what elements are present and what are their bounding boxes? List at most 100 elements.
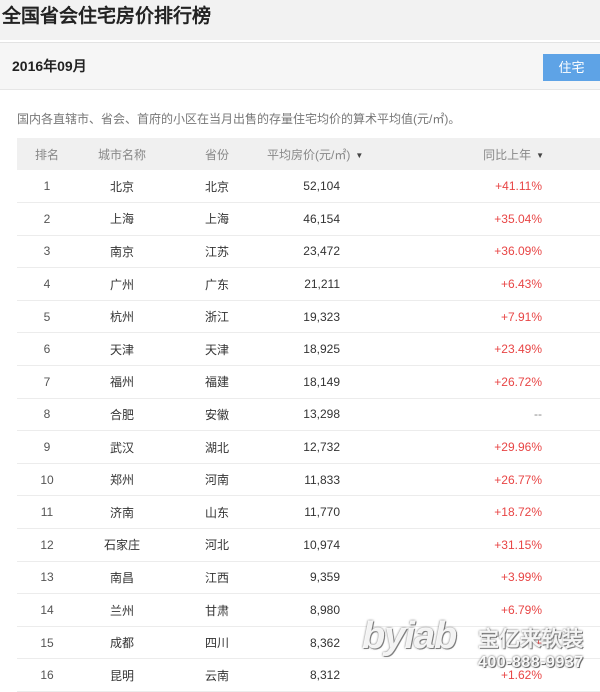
change-cell: +26.77% bbox=[494, 472, 542, 487]
ranking-table: 排名 城市名称 省份 平均房价(元/㎡) ▼ 同比上年 ▼ 1 北京 北京 52,104 +… bbox=[17, 138, 600, 692]
table-row: 2 上海 上海 46,154 +35.04% bbox=[17, 203, 600, 236]
date-label: 2016年09月 bbox=[12, 58, 87, 74]
city-cell: 成都 bbox=[109, 636, 134, 651]
change-cell: +18.72% bbox=[494, 505, 542, 520]
sort-down-icon[interactable]: ▼ bbox=[355, 151, 363, 160]
table-row: 6 天津 天津 18,925 +23.49% bbox=[17, 333, 600, 366]
price-cell: 12,732 bbox=[303, 440, 340, 455]
city-cell: 郑州 bbox=[109, 473, 134, 488]
rank-cell: 4 bbox=[43, 277, 51, 292]
province-cell: 山东 bbox=[204, 505, 229, 520]
page-title: 全国省会住宅房价排行榜 bbox=[0, 0, 600, 40]
sort-down-icon[interactable]: ▼ bbox=[536, 151, 544, 160]
watermark-name: 宝亿来软装 bbox=[478, 628, 583, 651]
change-cell: +36.09% bbox=[494, 244, 542, 259]
city-cell: 天津 bbox=[109, 342, 134, 357]
province-cell: 河南 bbox=[204, 473, 229, 488]
rank-cell: 13 bbox=[40, 570, 54, 585]
price-cell: 13,298 bbox=[303, 407, 340, 422]
rank-cell: 6 bbox=[43, 342, 51, 357]
rank-cell: 1 bbox=[43, 179, 51, 194]
province-cell: 安徽 bbox=[204, 407, 229, 422]
price-cell: 46,154 bbox=[303, 211, 340, 226]
province-cell: 广东 bbox=[204, 277, 229, 292]
table-row: 1 北京 北京 52,104 +41.11% bbox=[17, 170, 600, 203]
city-cell: 兰州 bbox=[109, 603, 134, 618]
change-cell: +29.96% bbox=[494, 440, 542, 455]
price-cell: 11,833 bbox=[304, 472, 340, 487]
table-row: 12 石家庄 河北 10,974 +31.15% bbox=[17, 529, 600, 562]
city-cell: 合肥 bbox=[109, 407, 134, 422]
city-cell: 南昌 bbox=[109, 570, 134, 585]
table-row: 7 福州 福建 18,149 +26.72% bbox=[17, 366, 600, 399]
city-cell: 石家庄 bbox=[103, 538, 140, 553]
table-row: 8 合肥 安徽 13,298 -- bbox=[17, 398, 600, 431]
province-cell: 江西 bbox=[204, 570, 229, 585]
rank-cell: 3 bbox=[43, 244, 51, 259]
watermark-logo: byiab 宝亿来软装 400-888-9937 bbox=[362, 615, 600, 679]
table-row: 13 南昌 江西 9,359 +3.99% bbox=[17, 561, 600, 594]
column-header-rank: 排名 bbox=[34, 147, 59, 162]
column-header-change-label: 同比上年 bbox=[483, 147, 532, 162]
rank-cell: 5 bbox=[43, 309, 51, 324]
price-cell: 18,925 bbox=[303, 342, 340, 357]
city-cell: 北京 bbox=[109, 179, 134, 194]
table-row: 5 杭州 浙江 19,323 +7.91% bbox=[17, 300, 600, 333]
table-header-row: 排名 城市名称 省份 平均房价(元/㎡) ▼ 同比上年 ▼ bbox=[17, 138, 600, 170]
city-cell: 广州 bbox=[109, 277, 134, 292]
change-cell: -- bbox=[534, 407, 542, 422]
price-cell: 19,323 bbox=[303, 309, 340, 324]
column-header-change[interactable]: 同比上年 ▼ bbox=[420, 138, 600, 170]
rank-cell: 7 bbox=[43, 374, 51, 389]
rank-cell: 15 bbox=[40, 635, 54, 650]
change-cell: +6.43% bbox=[500, 277, 542, 292]
table-row: 3 南京 江苏 23,472 +36.09% bbox=[17, 235, 600, 268]
change-cell: +3.99% bbox=[500, 570, 542, 585]
tab-residential-button[interactable]: 住宅 bbox=[543, 54, 600, 81]
city-cell: 济南 bbox=[109, 505, 134, 520]
column-header-province: 省份 bbox=[204, 147, 229, 162]
header-bar: 2016年09月 住宅 bbox=[0, 42, 600, 90]
price-cell: 52,104 bbox=[303, 179, 340, 194]
city-cell: 福州 bbox=[109, 375, 134, 390]
province-cell: 天津 bbox=[204, 342, 229, 357]
change-cell: +7.91% bbox=[500, 309, 542, 324]
province-cell: 河北 bbox=[204, 538, 229, 553]
rank-cell: 14 bbox=[40, 603, 54, 618]
price-cell: 11,770 bbox=[304, 505, 340, 520]
column-header-city: 城市名称 bbox=[97, 147, 146, 162]
province-cell: 福建 bbox=[204, 375, 229, 390]
rank-cell: 2 bbox=[43, 211, 51, 226]
province-cell: 北京 bbox=[204, 179, 229, 194]
city-cell: 南京 bbox=[109, 244, 134, 259]
watermark-brand: byiab bbox=[362, 615, 457, 657]
table-row: 4 广州 广东 21,211 +6.43% bbox=[17, 268, 600, 301]
province-cell: 湖北 bbox=[204, 440, 229, 455]
change-cell: +23.49% bbox=[494, 342, 542, 357]
price-cell: 10,974 bbox=[303, 537, 340, 552]
price-cell: 18,149 bbox=[303, 374, 340, 389]
rank-cell: 8 bbox=[43, 407, 51, 422]
table-row: 9 武汉 湖北 12,732 +29.96% bbox=[17, 431, 600, 464]
province-cell: 甘肃 bbox=[204, 603, 229, 618]
table-row: 10 郑州 河南 11,833 +26.77% bbox=[17, 463, 600, 496]
rank-cell: 11 bbox=[40, 505, 54, 520]
province-cell: 江苏 bbox=[204, 244, 229, 259]
city-cell: 武汉 bbox=[109, 440, 134, 455]
price-cell: 23,472 bbox=[303, 244, 340, 259]
rank-cell: 10 bbox=[40, 472, 54, 487]
column-header-price-label: 平均房价(元/㎡) bbox=[267, 147, 351, 162]
city-cell: 杭州 bbox=[109, 310, 134, 325]
province-cell: 云南 bbox=[204, 668, 229, 683]
price-cell: 21,211 bbox=[304, 277, 340, 292]
province-cell: 浙江 bbox=[204, 310, 229, 325]
change-cell: +26.72% bbox=[494, 374, 542, 389]
price-cell: 9,359 bbox=[309, 570, 340, 585]
column-header-price[interactable]: 平均房价(元/㎡) ▼ bbox=[267, 138, 420, 170]
rank-cell: 12 bbox=[40, 537, 54, 552]
city-cell: 上海 bbox=[109, 212, 134, 227]
rank-cell: 9 bbox=[43, 440, 51, 455]
change-cell: +31.15% bbox=[494, 537, 542, 552]
description-text: 国内各直辖市、省会、首府的小区在当月出售的存量住宅均价的算术平均值(元/㎡)。 bbox=[17, 112, 461, 126]
change-cell: +35.04% bbox=[494, 211, 542, 226]
